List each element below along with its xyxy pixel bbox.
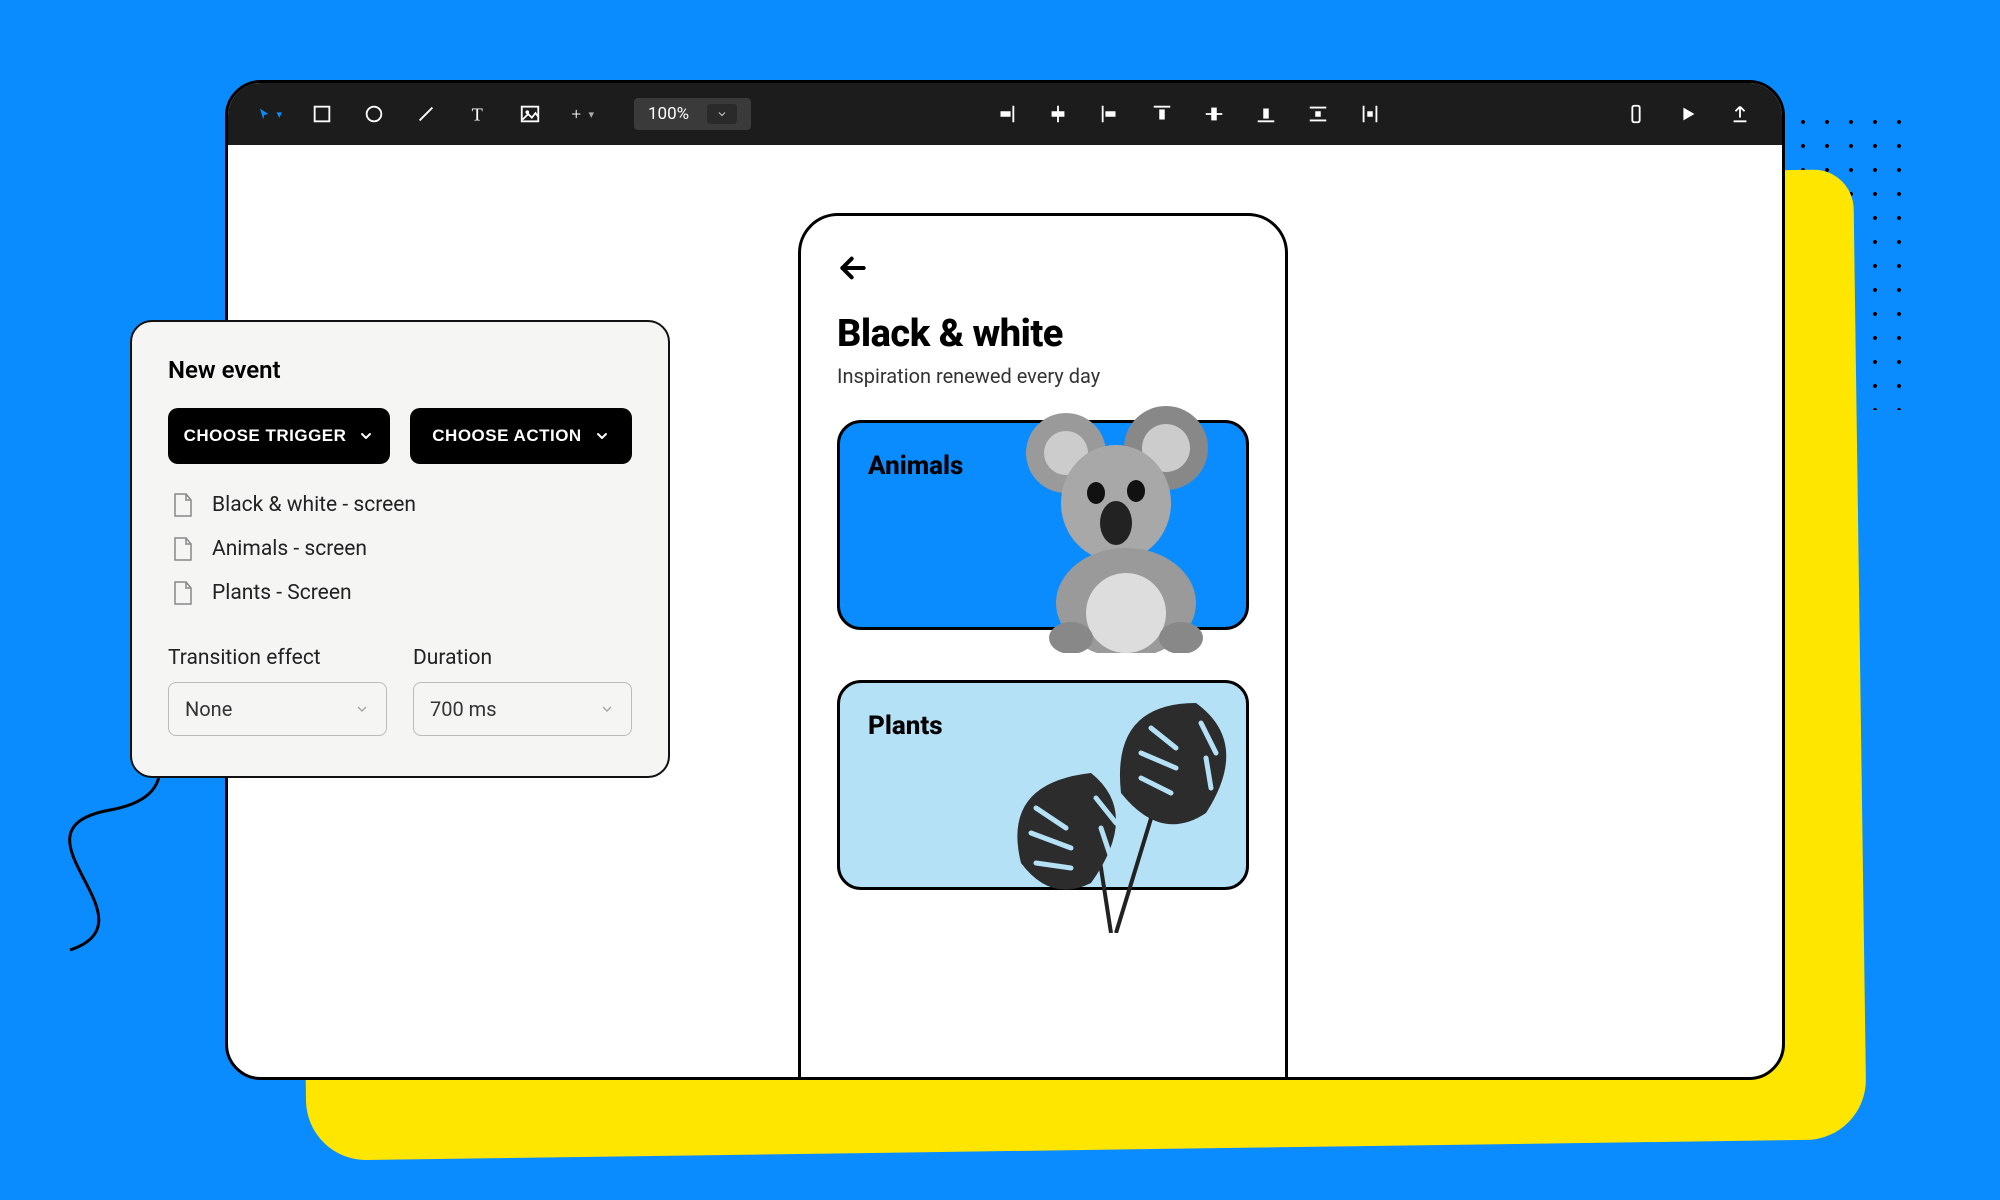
chevron-down-icon	[599, 701, 615, 717]
button-label: CHOOSE ACTION	[432, 426, 581, 446]
button-label: CHOOSE TRIGGER	[184, 426, 347, 446]
top-toolbar: ▾ T ▾ 100%	[228, 83, 1782, 145]
screen-item[interactable]: Plants - Screen	[172, 580, 632, 606]
device-preview-icon[interactable]	[1624, 102, 1648, 126]
koala-image	[996, 393, 1246, 653]
image-tool[interactable]	[518, 102, 542, 126]
monstera-image	[961, 663, 1261, 933]
distribute-horizontal-icon[interactable]	[1358, 102, 1382, 126]
zoom-dropdown[interactable]	[707, 104, 737, 124]
card-animals[interactable]: Animals	[837, 420, 1249, 630]
duration-label: Duration	[413, 646, 632, 670]
screen-item[interactable]: Black & white - screen	[172, 492, 632, 518]
align-top-icon[interactable]	[1150, 102, 1174, 126]
card-plants[interactable]: Plants	[837, 680, 1249, 890]
new-event-panel: New event CHOOSE TRIGGER CHOOSE ACTION B…	[130, 320, 670, 778]
line-tool[interactable]	[414, 102, 438, 126]
duration-select[interactable]: 700 ms	[413, 682, 632, 736]
text-tool[interactable]: T	[466, 102, 490, 126]
screen-name: Animals - screen	[212, 537, 367, 561]
chevron-down-icon	[594, 428, 610, 444]
select-value: 700 ms	[430, 697, 497, 721]
chevron-down-icon	[354, 701, 370, 717]
screen-item[interactable]: Animals - screen	[172, 536, 632, 562]
align-right-icon[interactable]	[994, 102, 1018, 126]
circle-tool[interactable]	[362, 102, 386, 126]
chevron-down-icon	[358, 428, 374, 444]
back-button[interactable]	[837, 252, 869, 284]
align-vcenter-icon[interactable]	[1202, 102, 1226, 126]
distribute-vertical-icon[interactable]	[1306, 102, 1330, 126]
choose-trigger-button[interactable]: CHOOSE TRIGGER	[168, 408, 390, 464]
screen-name: Black & white - screen	[212, 493, 416, 517]
align-bottom-icon[interactable]	[1254, 102, 1278, 126]
screen-name: Plants - Screen	[212, 581, 352, 605]
cursor-tool[interactable]: ▾	[258, 102, 282, 126]
phone-preview: Black & white Inspiration renewed every …	[798, 213, 1288, 1080]
chevron-down-icon: ▾	[588, 108, 594, 121]
zoom-value: 100%	[648, 104, 689, 124]
screen-title: Black & white	[837, 312, 1249, 356]
align-hcenter-icon[interactable]	[1046, 102, 1070, 126]
panel-title: New event	[168, 356, 632, 384]
screen-subtitle: Inspiration renewed every day	[837, 364, 1249, 388]
chevron-down-icon: ▾	[276, 108, 282, 121]
rectangle-tool[interactable]	[310, 102, 334, 126]
document-icon	[172, 492, 194, 518]
zoom-control[interactable]: 100%	[634, 98, 751, 130]
play-icon[interactable]	[1676, 102, 1700, 126]
upload-icon[interactable]	[1728, 102, 1752, 126]
document-icon	[172, 580, 194, 606]
align-left-icon[interactable]	[1098, 102, 1122, 126]
add-tool[interactable]: ▾	[570, 102, 594, 126]
transition-select[interactable]: None	[168, 682, 387, 736]
select-value: None	[185, 697, 232, 721]
document-icon	[172, 536, 194, 562]
transition-label: Transition effect	[168, 646, 387, 670]
screen-list: Black & white - screen Animals - screen …	[168, 492, 632, 606]
svg-text:T: T	[472, 104, 483, 124]
choose-action-button[interactable]: CHOOSE ACTION	[410, 408, 632, 464]
